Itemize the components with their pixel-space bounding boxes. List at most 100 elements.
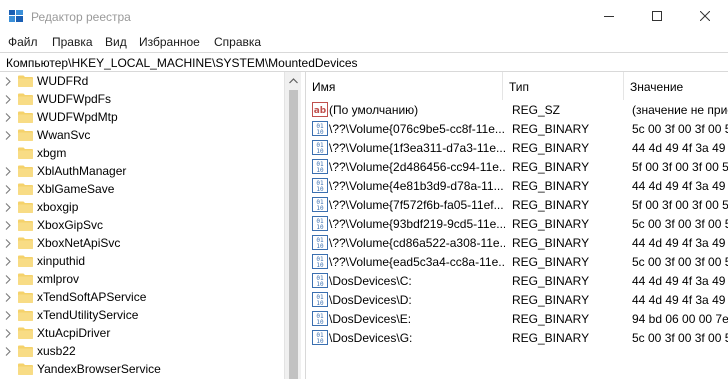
menu-help[interactable]: Справка <box>214 35 261 49</box>
value-type: REG_BINARY <box>512 141 590 155</box>
expand-chevron-icon[interactable] <box>5 95 11 104</box>
value-row[interactable]: 01 10 \DosDevices\D: REG_BINARY 44 4d 49 4f … <box>306 290 728 309</box>
value-name: \??\Volume{2d486456-cc94-11e... <box>329 160 505 174</box>
tree-item[interactable]: xbgm <box>0 144 284 162</box>
value-row[interactable]: 01 10 \DosDevices\E: REG_BINARY 94 bd 06 00 … <box>306 309 728 328</box>
value-name: \??\Volume{076c9be5-cc8f-11e... <box>329 122 505 136</box>
column-header-type[interactable]: Тип <box>503 72 624 100</box>
tree-item-label: WUDFWpdMtp <box>37 110 118 124</box>
svg-text:10: 10 <box>316 300 324 307</box>
tree-item[interactable]: XboxGipSvc <box>0 216 284 234</box>
expand-chevron-icon[interactable] <box>5 239 11 248</box>
maximize-button[interactable] <box>634 0 680 32</box>
expand-chevron-icon[interactable] <box>5 77 11 86</box>
tree-item[interactable]: XboxNetApiSvc <box>0 234 284 252</box>
menu-bar: Файл Правка Вид Избранное Справка <box>0 32 728 52</box>
value-type: REG_BINARY <box>512 274 590 288</box>
tree-item[interactable]: XblAuthManager <box>0 162 284 180</box>
folder-icon <box>18 237 33 249</box>
tree-item[interactable]: xusb22 <box>0 342 284 360</box>
close-icon <box>700 11 710 21</box>
svg-text:ab: ab <box>314 106 327 116</box>
value-data: 5f 00 3f 00 3f 00 5f <box>632 198 728 212</box>
value-data: 5c 00 3f 00 3f 00 5c <box>632 331 728 345</box>
value-row[interactable]: 01 10 \??\Volume{076c9be5-cc8f-11e... REG_B… <box>306 119 728 138</box>
value-row[interactable]: ab(По умолчанию) REG_SZ (значение не присв… <box>306 100 728 119</box>
expand-chevron-icon[interactable] <box>5 257 11 266</box>
tree-scrollbar[interactable] <box>284 72 301 379</box>
tree-item[interactable]: WUDFRd <box>0 72 284 90</box>
value-name: \??\Volume{cd86a522-a308-11e... <box>329 236 505 250</box>
address-bar[interactable]: Компьютер\HKEY_LOCAL_MACHINE\SYSTEM\Moun… <box>0 52 728 72</box>
value-row[interactable]: 01 10 \??\Volume{1f3ea311-d7a3-11e... REG_B… <box>306 138 728 157</box>
svg-text:10: 10 <box>316 167 324 174</box>
value-row[interactable]: 01 10 \??\Volume{cd86a522-a308-11e... REG_B… <box>306 233 728 252</box>
tree-item[interactable]: xboxgip <box>0 198 284 216</box>
tree-item[interactable]: XtuAcpiDriver <box>0 324 284 342</box>
svg-text:10: 10 <box>316 262 324 269</box>
value-row[interactable]: 01 10 \DosDevices\C: REG_BINARY 44 4d 49 4f … <box>306 271 728 290</box>
value-data: 5c 00 3f 00 3f 00 5c <box>632 217 728 231</box>
expand-chevron-icon[interactable] <box>5 113 11 122</box>
tree-item-label: xTendSoftAPService <box>37 290 147 304</box>
value-name: \DosDevices\C: <box>329 274 412 288</box>
scroll-up-icon[interactable] <box>289 78 298 84</box>
folder-icon <box>18 93 33 105</box>
expand-chevron-icon[interactable] <box>5 329 11 338</box>
value-data: (значение не присвоено) <box>632 103 728 117</box>
menu-file[interactable]: Файл <box>8 35 38 49</box>
minimize-button[interactable] <box>586 0 632 32</box>
tree-item[interactable]: WUDFWpdMtp <box>0 108 284 126</box>
tree-item-label: WwanSvc <box>37 128 91 142</box>
value-row[interactable]: 01 10 \DosDevices\G: REG_BINARY 5c 00 3f 00 … <box>306 328 728 347</box>
tree-item[interactable]: YandexBrowserService <box>0 360 284 378</box>
value-row[interactable]: 01 10 \??\Volume{4e81b3d9-d78a-11... REG_BI… <box>306 176 728 195</box>
tree-item[interactable]: WUDFWpdFs <box>0 90 284 108</box>
menu-favorites[interactable]: Избранное <box>139 35 200 49</box>
expand-chevron-icon[interactable] <box>5 167 11 176</box>
folder-icon <box>18 201 33 213</box>
svg-text:10: 10 <box>316 338 324 345</box>
binary-value-icon: 0110 <box>312 178 328 193</box>
binary-value-icon: 0110 <box>312 330 328 345</box>
scroll-thumb[interactable] <box>289 90 298 379</box>
folder-icon <box>18 183 33 195</box>
value-row[interactable]: 01 10 \??\Volume{93bdf219-9cd5-11e... REG_B… <box>306 214 728 233</box>
close-button[interactable] <box>682 0 728 32</box>
menu-edit[interactable]: Правка <box>52 35 93 49</box>
value-row[interactable]: 01 10 \??\Volume{7f572f6b-fa05-11ef... REG_… <box>306 195 728 214</box>
column-header-value[interactable]: Значение <box>624 72 728 100</box>
tree-item[interactable]: xmlprov <box>0 270 284 288</box>
tree-item-label: WUDFWpdFs <box>37 92 111 106</box>
tree-item[interactable]: xinputhid <box>0 252 284 270</box>
tree-item-label: XboxGipSvc <box>37 218 104 232</box>
expand-chevron-icon[interactable] <box>5 131 11 140</box>
tree-item[interactable]: xTendSoftAPService <box>0 288 284 306</box>
binary-value-icon: 0110 <box>312 121 328 136</box>
column-header-name[interactable]: Имя <box>306 72 503 100</box>
expand-chevron-icon[interactable] <box>5 203 11 212</box>
expand-chevron-icon[interactable] <box>5 293 11 302</box>
expand-chevron-icon[interactable] <box>5 311 11 320</box>
expand-chevron-icon[interactable] <box>5 185 11 194</box>
tree-item[interactable]: xTendUtilityService <box>0 306 284 324</box>
value-type: REG_BINARY <box>512 331 590 345</box>
tree-item-label: XblGameSave <box>37 182 115 196</box>
value-row[interactable]: 01 10 \??\Volume{ead5c3a4-cc8a-11e... REG_B… <box>306 252 728 271</box>
binary-value-icon: 0110 <box>312 216 328 231</box>
expand-chevron-icon[interactable] <box>5 347 11 356</box>
value-row[interactable]: 01 10 \??\Volume{2d486456-cc94-11e... REG_B… <box>306 157 728 176</box>
value-name: (По умолчанию) <box>329 103 419 117</box>
expand-chevron-icon[interactable] <box>5 275 11 284</box>
menu-view[interactable]: Вид <box>105 35 127 49</box>
value-name: \??\Volume{ead5c3a4-cc8a-11e... <box>329 255 505 269</box>
tree-item[interactable]: XblGameSave <box>0 180 284 198</box>
folder-icon <box>18 363 33 375</box>
folder-icon <box>18 75 33 87</box>
tree-item[interactable]: WwanSvc <box>0 126 284 144</box>
tree-item-label: xinputhid <box>37 254 86 268</box>
folder-icon <box>18 255 33 267</box>
title-bar: Редактор реестра <box>0 0 728 32</box>
expand-chevron-icon[interactable] <box>5 221 11 230</box>
folder-icon <box>18 147 33 159</box>
